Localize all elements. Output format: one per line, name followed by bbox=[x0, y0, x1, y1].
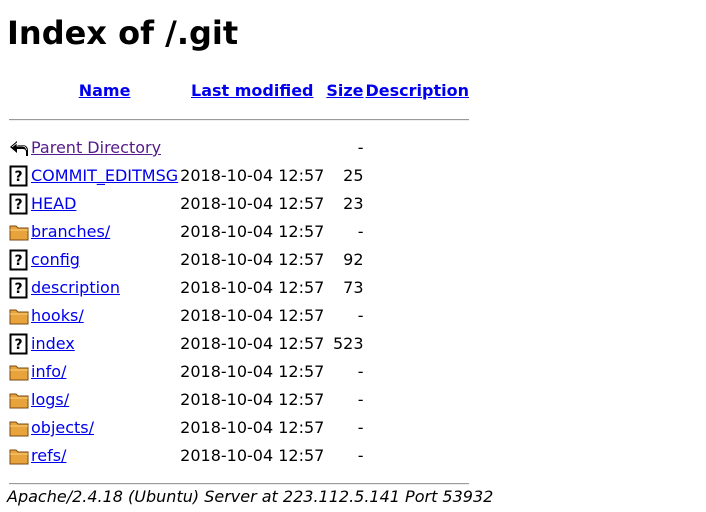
description-cell bbox=[366, 190, 469, 218]
file-link[interactable]: refs/ bbox=[31, 446, 66, 465]
size-cell: - bbox=[357, 306, 364, 325]
sort-by-size-link[interactable]: Size bbox=[326, 81, 363, 100]
table-row: refs/2018-10-04 12:57 - bbox=[9, 442, 469, 470]
last-modified-cell: 2018-10-04 12:57 bbox=[180, 278, 325, 297]
file-link[interactable]: hooks/ bbox=[31, 306, 84, 325]
size-cell: - bbox=[357, 362, 364, 381]
file-link[interactable]: logs/ bbox=[31, 390, 69, 409]
description-cell bbox=[366, 442, 469, 470]
svg-text:?: ? bbox=[14, 253, 22, 269]
header-divider-row bbox=[9, 106, 469, 134]
size-cell: 23 bbox=[343, 194, 364, 213]
size-cell: 25 bbox=[343, 166, 364, 185]
last-modified-cell: 2018-10-04 12:57 bbox=[180, 390, 325, 409]
back-arrow-icon[interactable] bbox=[9, 137, 29, 159]
description-cell bbox=[366, 386, 469, 414]
last-modified-cell: 2018-10-04 12:57 bbox=[180, 306, 325, 325]
file-link[interactable]: index bbox=[31, 334, 75, 353]
svg-text:?: ? bbox=[14, 281, 22, 297]
table-row: logs/2018-10-04 12:57 - bbox=[9, 386, 469, 414]
folder-icon[interactable] bbox=[9, 361, 29, 383]
folder-icon[interactable] bbox=[9, 305, 29, 327]
last-modified-cell: 2018-10-04 12:57 bbox=[180, 446, 325, 465]
table-row: ? HEAD 2018-10-04 12:57 23 bbox=[9, 190, 469, 218]
last-modified-cell: 2018-10-04 12:57 bbox=[180, 222, 325, 241]
horizontal-rule bbox=[9, 483, 469, 485]
file-link[interactable]: config bbox=[31, 250, 80, 269]
last-modified-cell: 2018-10-04 12:57 bbox=[180, 334, 325, 353]
last-modified-cell: 2018-10-04 12:57 bbox=[180, 194, 325, 213]
folder-icon[interactable] bbox=[9, 221, 29, 243]
size-cell: - bbox=[357, 222, 364, 241]
unknown-file-icon[interactable]: ? bbox=[9, 165, 29, 187]
header-size-cell: Size bbox=[326, 76, 363, 106]
parent-directory-row: Parent Directory - bbox=[9, 134, 469, 162]
file-link[interactable]: HEAD bbox=[31, 194, 76, 213]
size-cell: 73 bbox=[343, 278, 364, 297]
last-modified-cell: 2018-10-04 12:57 bbox=[180, 250, 325, 269]
unknown-file-icon[interactable]: ? bbox=[9, 193, 29, 215]
table-row: ? config 2018-10-04 12:57 92 bbox=[9, 246, 469, 274]
file-link[interactable]: description bbox=[31, 278, 120, 297]
size-cell: - bbox=[357, 390, 364, 409]
unknown-file-icon[interactable]: ? bbox=[9, 249, 29, 271]
unknown-file-icon[interactable]: ? bbox=[9, 333, 29, 355]
file-link[interactable]: branches/ bbox=[31, 222, 110, 241]
description-cell bbox=[366, 302, 469, 330]
header-description-cell: Description bbox=[366, 76, 469, 106]
size-cell: 92 bbox=[343, 250, 364, 269]
file-link[interactable]: COMMIT_EDITMSG bbox=[31, 166, 178, 185]
file-link[interactable]: objects/ bbox=[31, 418, 94, 437]
size-cell: - bbox=[357, 418, 364, 437]
folder-icon[interactable] bbox=[9, 445, 29, 467]
description-cell bbox=[366, 162, 469, 190]
table-row: ? index 2018-10-04 12:57 523 bbox=[9, 330, 469, 358]
header-last-modified-cell: Last modified bbox=[180, 76, 324, 106]
unknown-file-icon[interactable]: ? bbox=[9, 277, 29, 299]
folder-icon[interactable] bbox=[9, 389, 29, 411]
page-title: Index of /.git bbox=[7, 14, 239, 52]
parent-directory-link[interactable]: Parent Directory bbox=[31, 138, 161, 157]
folder-icon[interactable] bbox=[9, 417, 29, 439]
parent-modified-cell bbox=[180, 134, 324, 162]
description-cell bbox=[366, 414, 469, 442]
table-row: ? COMMIT_EDITMSG 2018-10-04 12:57 25 bbox=[9, 162, 469, 190]
server-signature: Apache/2.4.18 (Ubuntu) Server at 223.112… bbox=[7, 487, 494, 506]
header-name-cell: Name bbox=[31, 76, 178, 106]
table-row: branches/2018-10-04 12:57 - bbox=[9, 218, 469, 246]
sort-by-last-modified-link[interactable]: Last modified bbox=[191, 81, 314, 100]
description-cell bbox=[366, 330, 469, 358]
last-modified-cell: 2018-10-04 12:57 bbox=[180, 418, 325, 437]
parent-size-cell: - bbox=[357, 138, 364, 157]
description-cell bbox=[366, 218, 469, 246]
file-link[interactable]: info/ bbox=[31, 362, 66, 381]
size-cell: - bbox=[357, 446, 364, 465]
last-modified-cell: 2018-10-04 12:57 bbox=[180, 362, 325, 381]
description-cell bbox=[366, 274, 469, 302]
description-cell bbox=[366, 358, 469, 386]
sort-by-description-link[interactable]: Description bbox=[366, 81, 469, 100]
header-icon-column bbox=[9, 76, 29, 106]
sort-by-name-link[interactable]: Name bbox=[79, 81, 131, 100]
parent-description-cell bbox=[366, 134, 469, 162]
table-header-row: Name Last modified Size Description bbox=[9, 76, 469, 106]
file-listing-table: Name Last modified Size Description Pare… bbox=[7, 76, 471, 498]
horizontal-rule bbox=[9, 119, 469, 121]
svg-text:?: ? bbox=[14, 337, 22, 353]
table-row: ? description 2018-10-04 12:57 73 bbox=[9, 274, 469, 302]
svg-text:?: ? bbox=[14, 169, 22, 185]
svg-text:?: ? bbox=[14, 197, 22, 213]
table-row: hooks/2018-10-04 12:57 - bbox=[9, 302, 469, 330]
size-cell: 523 bbox=[332, 334, 364, 353]
last-modified-cell: 2018-10-04 12:57 bbox=[180, 166, 325, 185]
table-row: info/2018-10-04 12:57 - bbox=[9, 358, 469, 386]
table-row: objects/2018-10-04 12:57 - bbox=[9, 414, 469, 442]
description-cell bbox=[366, 246, 469, 274]
